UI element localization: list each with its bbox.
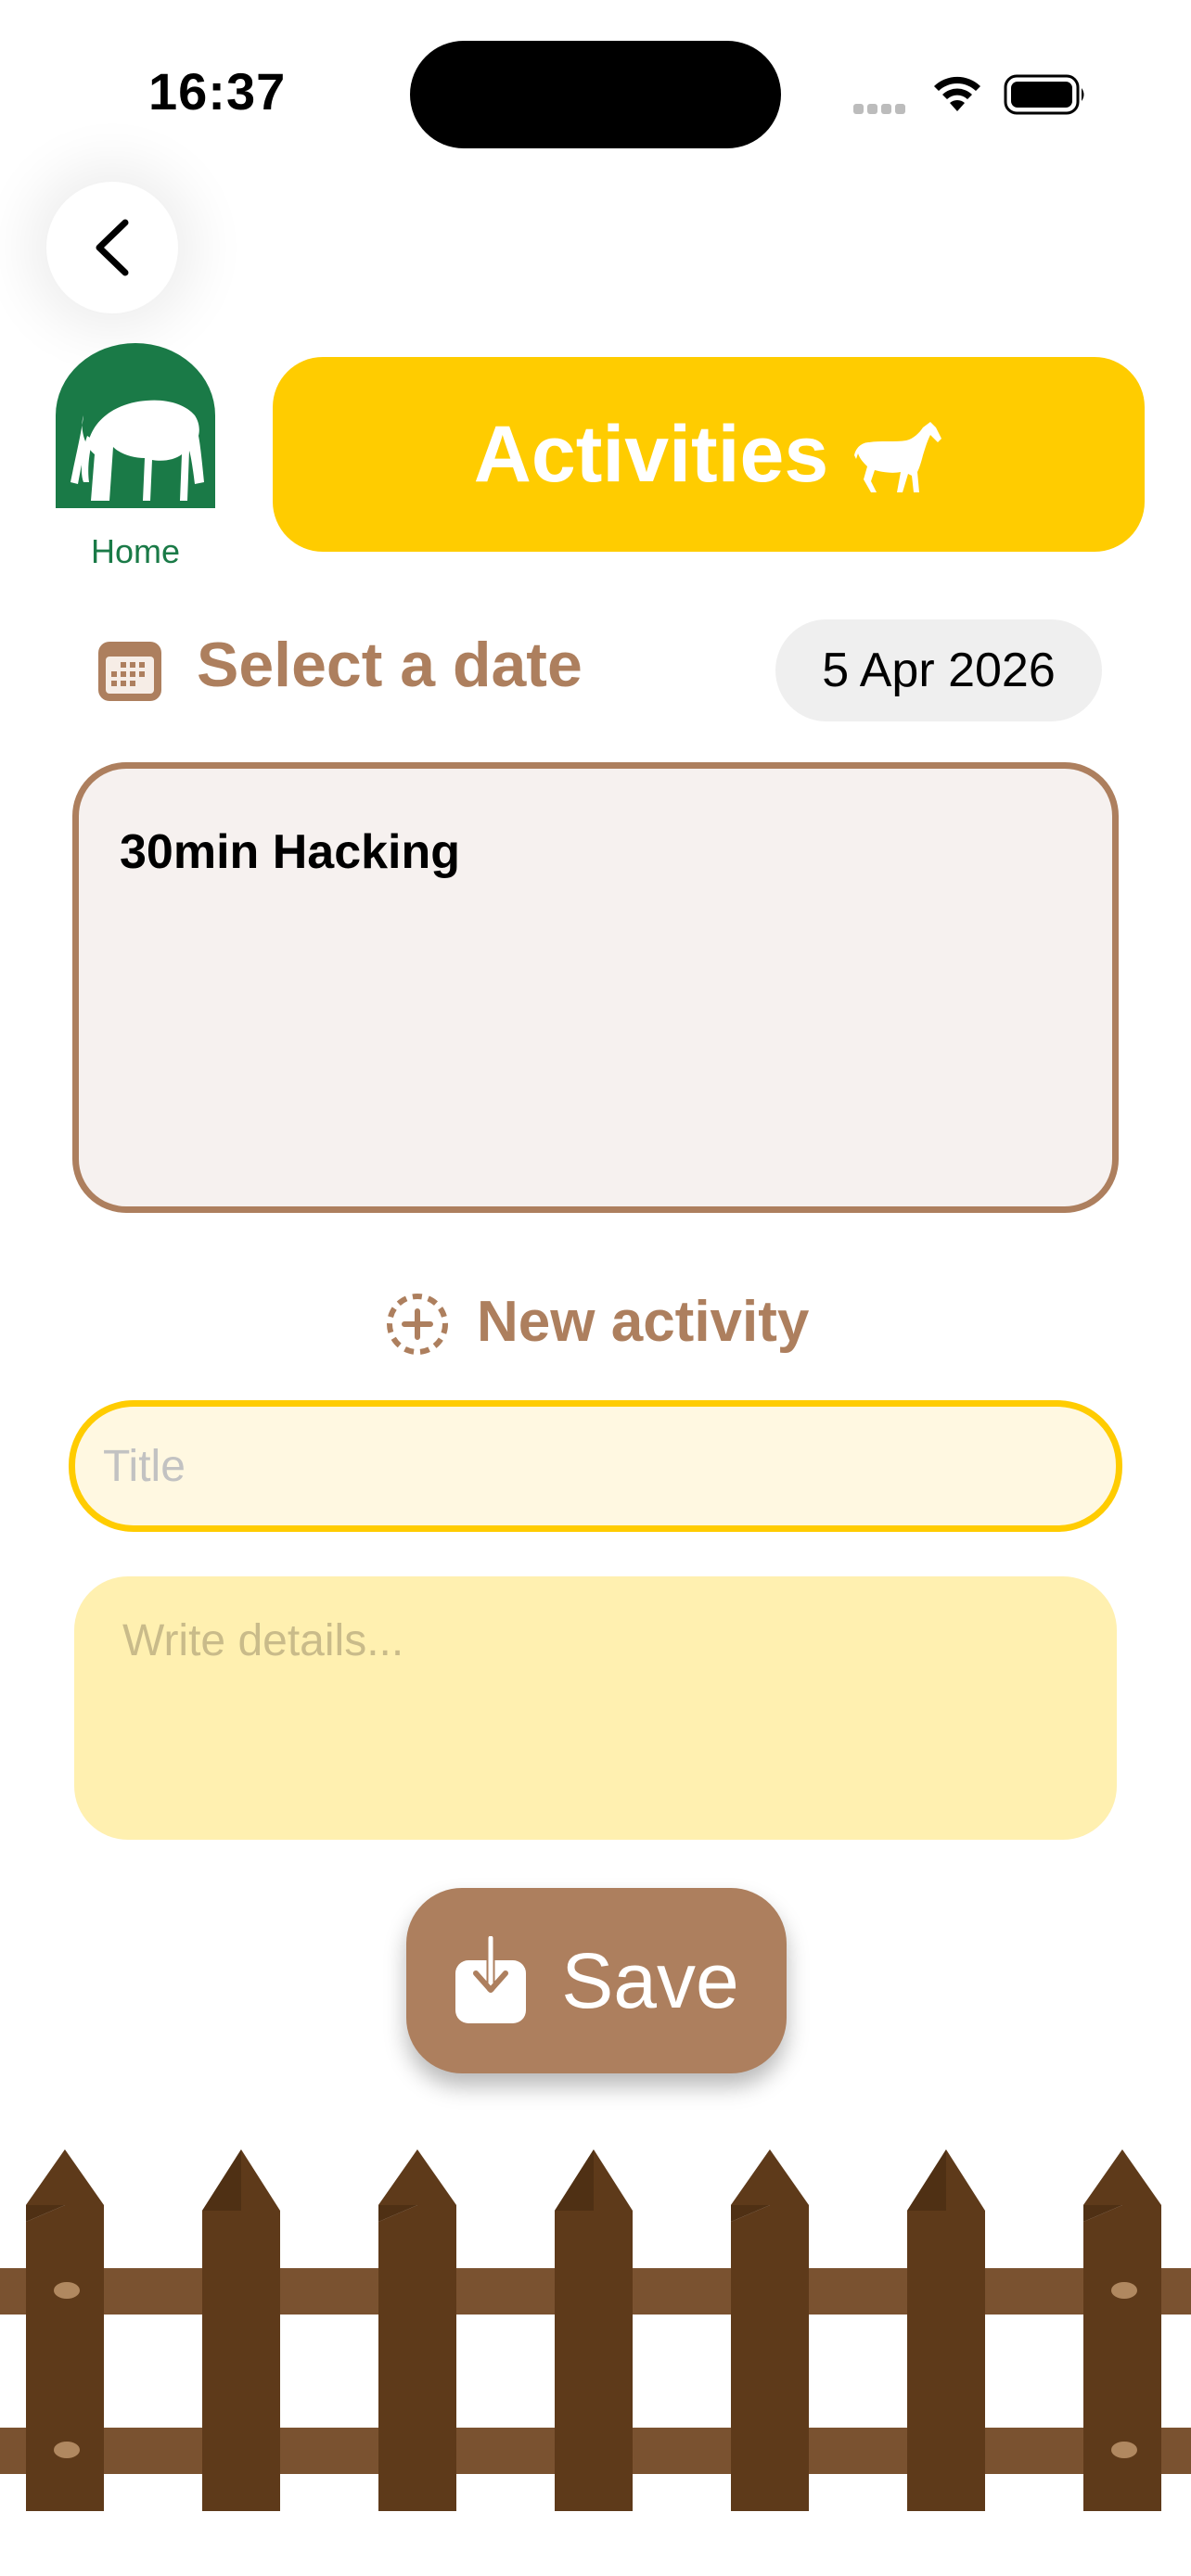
fence-decoration bbox=[0, 2149, 1191, 2511]
home-logo-horse-icon[interactable] bbox=[56, 343, 215, 508]
save-button[interactable]: Save bbox=[406, 1888, 787, 2073]
status-time: 16:37 bbox=[148, 62, 287, 121]
activity-item[interactable]: 30min Hacking bbox=[120, 824, 460, 880]
page-title: Activities bbox=[473, 409, 829, 499]
back-button[interactable] bbox=[46, 182, 178, 313]
select-date-label: Select a date bbox=[197, 630, 583, 700]
title-input[interactable] bbox=[69, 1400, 1122, 1532]
download-icon bbox=[455, 1936, 527, 2023]
add-circle-icon bbox=[387, 1294, 448, 1355]
dynamic-island bbox=[410, 41, 781, 148]
calendar-icon bbox=[98, 642, 161, 701]
date-picker-button[interactable]: 5 Apr 2026 bbox=[775, 619, 1102, 721]
home-link-label[interactable]: Home bbox=[56, 532, 215, 571]
save-button-label: Save bbox=[561, 1936, 739, 2024]
cellular-signal-icon bbox=[853, 102, 911, 115]
activities-list: 30min Hacking bbox=[72, 762, 1119, 1213]
battery-icon bbox=[1004, 74, 1084, 115]
wifi-icon bbox=[934, 76, 980, 111]
new-activity-heading: New activity bbox=[477, 1290, 810, 1354]
horse-icon bbox=[854, 422, 942, 492]
header-banner: Activities bbox=[273, 357, 1145, 552]
chevron-left-icon bbox=[96, 219, 129, 276]
details-textarea[interactable] bbox=[74, 1576, 1117, 1840]
